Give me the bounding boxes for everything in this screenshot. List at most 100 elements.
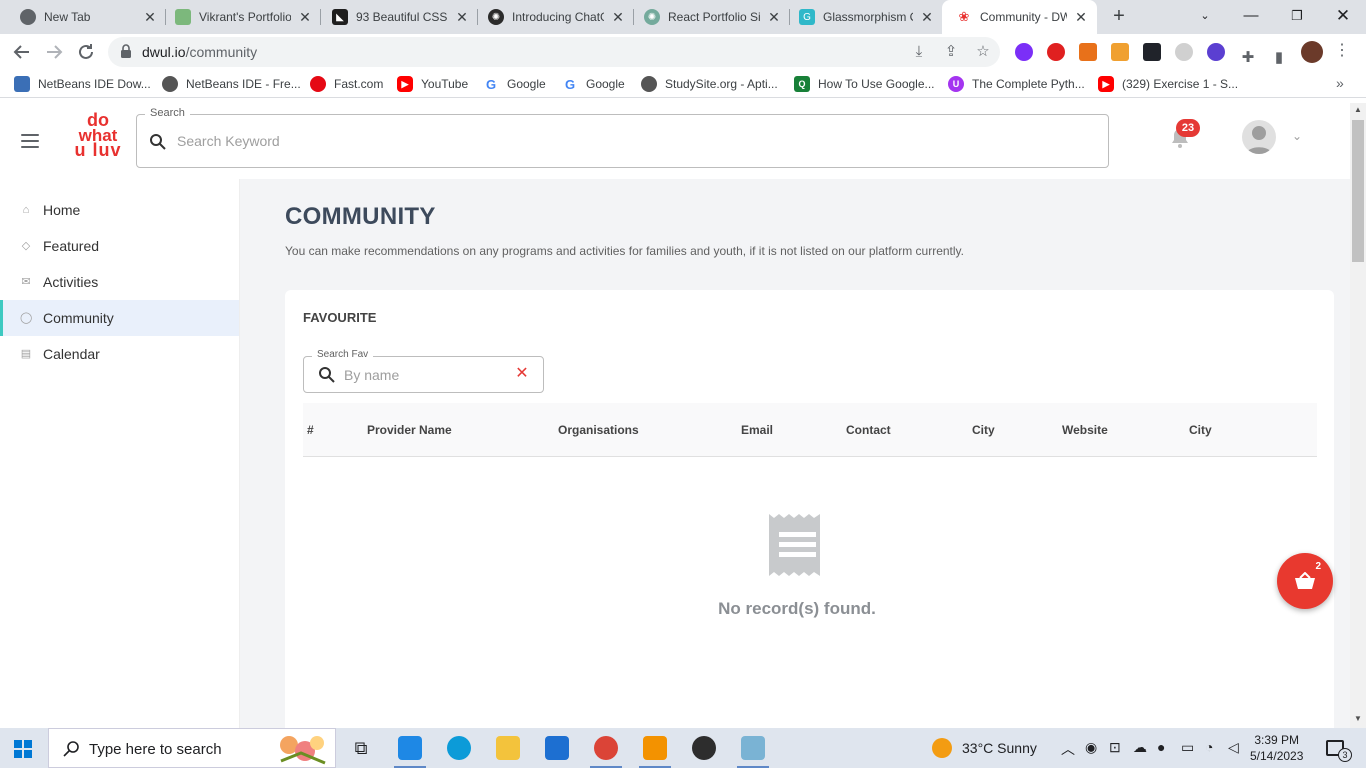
close-icon[interactable]: ✕ bbox=[610, 9, 626, 25]
column-header[interactable]: Provider Name bbox=[367, 423, 452, 437]
chevron-down-icon[interactable]: ⌄ bbox=[1292, 129, 1302, 143]
sidebar-item-community[interactable]: ◯ Community bbox=[0, 300, 239, 336]
hamburger-menu-icon[interactable] bbox=[21, 134, 39, 148]
puzzle-icon[interactable]: ✚ bbox=[1239, 49, 1257, 67]
menu-kebab-icon[interactable]: ⋮ bbox=[1334, 40, 1350, 60]
scroll-up-icon[interactable]: ▲ bbox=[1354, 105, 1362, 114]
sidebar-item-activities[interactable]: ✉ Activities bbox=[0, 264, 239, 300]
tray-chevron-icon[interactable]: ︿ bbox=[1061, 739, 1075, 759]
fav-search-input[interactable] bbox=[344, 365, 504, 385]
sublime-icon[interactable] bbox=[639, 736, 671, 768]
scroll-down-icon[interactable]: ▼ bbox=[1354, 714, 1362, 723]
browser-tab[interactable]: ✺ React Portfolio Site ✕ bbox=[630, 0, 790, 34]
close-icon[interactable]: ✕ bbox=[766, 9, 782, 25]
install-icon[interactable]: ⤓ bbox=[910, 43, 928, 61]
browser-tab-active[interactable]: ❀ Community - DWUL ✕ bbox=[942, 0, 1097, 34]
bookmark-item[interactable]: NetBeans IDE Dow... bbox=[14, 76, 151, 92]
browser-tab[interactable]: G Glassmorphism CSS ✕ bbox=[785, 0, 943, 34]
weather-text[interactable]: 33°C Sunny bbox=[962, 740, 1037, 756]
sidebar-item-home[interactable]: ⌂ Home bbox=[0, 192, 239, 228]
bookmark-item[interactable]: G Google bbox=[562, 76, 625, 92]
wifi-icon[interactable]: ◔ bbox=[1205, 739, 1213, 755]
mail-icon[interactable] bbox=[545, 736, 569, 760]
bookmark-item[interactable]: U The Complete Pyth... bbox=[948, 76, 1085, 92]
microphone-icon[interactable]: ● bbox=[1157, 739, 1165, 755]
close-icon[interactable]: ✕ bbox=[297, 9, 313, 25]
close-icon[interactable]: ✕ bbox=[142, 9, 158, 25]
column-header[interactable]: City bbox=[972, 423, 995, 437]
obs-icon[interactable] bbox=[692, 736, 716, 760]
bookmark-item[interactable]: ▶ YouTube bbox=[397, 76, 468, 92]
battery-icon[interactable]: ▭ bbox=[1181, 739, 1194, 756]
extension-icon[interactable] bbox=[1175, 43, 1193, 61]
restore-button[interactable]: ❐ bbox=[1274, 0, 1320, 34]
cart-button[interactable]: 2 bbox=[1277, 553, 1333, 609]
edge-icon[interactable] bbox=[447, 736, 471, 760]
browser-tab[interactable]: Vikrant's Portfolio ✕ bbox=[161, 0, 321, 34]
column-header[interactable]: City bbox=[1189, 423, 1212, 437]
window-close-button[interactable]: ✕ bbox=[1320, 0, 1366, 34]
notepad-icon[interactable] bbox=[737, 736, 769, 768]
dwul-logo[interactable]: do what u luv bbox=[68, 111, 128, 171]
close-icon[interactable]: ✕ bbox=[454, 9, 470, 25]
bookmark-item[interactable]: G Google bbox=[483, 76, 546, 92]
browser-tab[interactable]: ✺ Introducing ChatGPT ✕ bbox=[474, 0, 634, 34]
address-bar[interactable]: dwul.io/community ⤓ ⇪ ☆ bbox=[108, 37, 1000, 67]
tray-app-icon[interactable]: ⊡ bbox=[1109, 739, 1121, 756]
back-button[interactable] bbox=[10, 40, 34, 64]
fav-search-field: Search Fav ✕ bbox=[303, 349, 544, 393]
bookmark-item[interactable]: ▶ (329) Exercise 1 - S... bbox=[1098, 76, 1238, 92]
bookmark-item[interactable]: Fast.com bbox=[310, 76, 383, 92]
tray-record-icon[interactable]: ◉ bbox=[1085, 739, 1097, 756]
react-devtools-icon[interactable] bbox=[1143, 43, 1161, 61]
sidebar-item-featured[interactable]: ◇ Featured bbox=[0, 228, 239, 264]
vscode-icon[interactable] bbox=[394, 736, 426, 768]
task-view-icon[interactable]: ⧉ bbox=[349, 736, 373, 760]
extension-icon[interactable] bbox=[1079, 43, 1097, 61]
bookmarks-overflow-icon[interactable]: » bbox=[1336, 75, 1344, 91]
notification-center-icon[interactable]: 3 bbox=[1326, 740, 1352, 762]
onedrive-icon[interactable]: ☁ bbox=[1133, 739, 1147, 756]
new-tab-button[interactable]: + bbox=[1107, 5, 1131, 29]
extension-icon[interactable] bbox=[1015, 43, 1033, 61]
search-input[interactable] bbox=[177, 129, 1077, 153]
bookmark-item[interactable]: Q How To Use Google... bbox=[794, 76, 935, 92]
tab-title: Community - DWUL bbox=[980, 10, 1067, 24]
column-header[interactable]: Contact bbox=[846, 423, 891, 437]
home-icon: ⌂ bbox=[22, 204, 30, 216]
sidepanel-icon[interactable]: ▮ bbox=[1270, 49, 1288, 67]
forward-button[interactable] bbox=[42, 40, 66, 64]
ublock-icon[interactable] bbox=[1047, 43, 1065, 61]
user-avatar[interactable] bbox=[1242, 120, 1276, 154]
volume-icon[interactable]: ◁ bbox=[1228, 739, 1239, 756]
bookmark-item[interactable]: NetBeans IDE - Fre... bbox=[162, 76, 301, 92]
card-title: FAVOURITE bbox=[303, 310, 377, 325]
clear-icon[interactable]: ✕ bbox=[513, 365, 531, 383]
reload-button[interactable] bbox=[74, 40, 98, 64]
column-header[interactable]: Website bbox=[1062, 423, 1108, 437]
taskbar-search[interactable]: Type here to search bbox=[48, 728, 336, 768]
scroll-thumb[interactable] bbox=[1352, 120, 1364, 262]
sidebar-item-calendar[interactable]: ▤ Calendar bbox=[0, 336, 239, 372]
tab-search-icon[interactable]: ⌄ bbox=[1182, 0, 1228, 34]
windows-start-icon[interactable] bbox=[14, 740, 32, 758]
column-header[interactable]: # bbox=[307, 423, 314, 437]
bookmark-item[interactable]: StudySite.org - Apti... bbox=[641, 76, 778, 92]
taskbar-clock[interactable]: 3:39 PM 5/14/2023 bbox=[1250, 732, 1303, 764]
chrome-icon[interactable] bbox=[590, 736, 622, 768]
column-header[interactable]: Email bbox=[741, 423, 773, 437]
minimize-button[interactable]: — bbox=[1228, 0, 1274, 34]
close-icon[interactable]: ✕ bbox=[1073, 9, 1089, 25]
file-explorer-icon[interactable] bbox=[496, 736, 520, 760]
browser-tab[interactable]: New Tab ✕ bbox=[6, 0, 166, 34]
close-icon[interactable]: ✕ bbox=[919, 9, 935, 25]
colorpick-icon[interactable] bbox=[1111, 43, 1129, 61]
page-scrollbar[interactable]: ▲ ▼ bbox=[1350, 103, 1366, 728]
back-arrow-icon bbox=[13, 45, 29, 59]
browser-tab[interactable]: ◣ 93 Beautiful CSS Bac ✕ bbox=[318, 0, 478, 34]
profile-avatar[interactable] bbox=[1301, 41, 1323, 63]
column-header[interactable]: Organisations bbox=[558, 423, 639, 437]
bookmark-star-icon[interactable]: ☆ bbox=[974, 43, 992, 61]
extension-icon[interactable] bbox=[1207, 43, 1225, 61]
share-icon[interactable]: ⇪ bbox=[942, 43, 960, 61]
